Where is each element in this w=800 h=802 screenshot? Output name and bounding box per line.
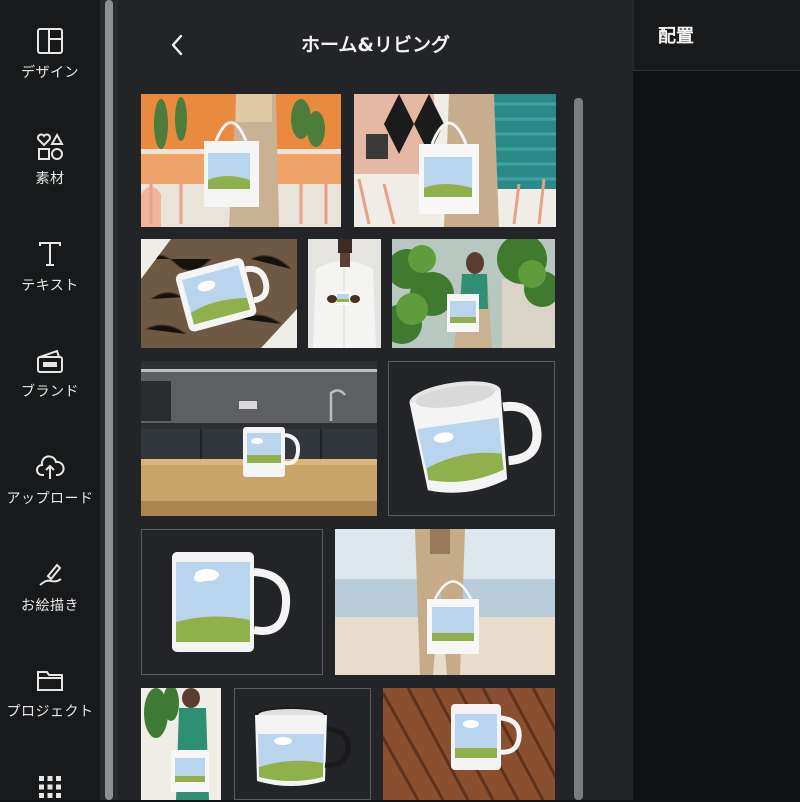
thumbnail-mug-front[interactable]	[141, 529, 323, 675]
draw-pen-icon	[35, 559, 65, 589]
layout-icon	[35, 26, 65, 56]
panel-resize-handle[interactable]	[105, 0, 113, 800]
thumbnail-mug-tilted[interactable]	[388, 361, 555, 516]
thumbnail-mug-in-gift-box[interactable]	[141, 239, 297, 348]
sidebar-item-label: テキスト	[21, 278, 79, 294]
thumbnail-tote-bag-striped-wall[interactable]	[354, 94, 556, 227]
sidebar-item-elements[interactable]: 素材	[0, 132, 100, 188]
sidebar: デザイン 素材 テキスト ブランド アップロード お絵描き プロジェクト	[0, 0, 100, 800]
sidebar-item-projects[interactable]: プロジェクト	[0, 665, 100, 721]
text-icon	[35, 239, 65, 269]
sidebar-item-text[interactable]: テキスト	[0, 239, 100, 295]
sidebar-item-label: プロジェクト	[6, 704, 94, 720]
shapes-icon	[35, 132, 65, 162]
position-panel-header: 配置	[633, 0, 800, 71]
panel-title: ホーム&リビング	[301, 34, 450, 56]
sidebar-item-label: ブランド	[21, 384, 79, 400]
sidebar-item-design[interactable]: デザイン	[0, 26, 100, 82]
apps-grid-icon	[35, 772, 65, 802]
sidebar-item-apps[interactable]	[0, 772, 100, 802]
sidebar-item-label: アップロード	[6, 491, 94, 507]
position-panel-title: 配置	[658, 26, 694, 47]
position-panel: 配置	[633, 0, 800, 800]
sidebar-item-label: 素材	[35, 171, 65, 187]
thumbnail-tote-bag-in-garden[interactable]	[392, 239, 555, 348]
thumbnail-mug-on-kitchen-counter[interactable]	[141, 361, 377, 516]
sidebar-item-draw[interactable]: お絵描き	[0, 559, 100, 615]
panel-scrollbar[interactable]	[574, 98, 583, 800]
sidebar-item-upload[interactable]: アップロード	[0, 452, 100, 508]
sidebar-item-label: お絵描き	[21, 598, 79, 614]
sidebar-item-brand[interactable]: ブランド	[0, 345, 100, 401]
brand-icon	[35, 345, 65, 375]
thumbnail-enamel-mug[interactable]	[234, 688, 371, 800]
thumbnail-tote-bag-with-plants[interactable]	[141, 688, 221, 800]
folder-icon	[35, 665, 65, 695]
templates-panel: ホーム&リビング	[118, 0, 633, 800]
thumbnail-person-holding-mug[interactable]	[308, 239, 381, 348]
thumbnail-mug-on-wooden-table[interactable]	[383, 688, 555, 800]
thumbnail-tote-bag-at-beach[interactable]	[335, 529, 555, 675]
upload-cloud-icon	[35, 452, 65, 482]
sidebar-item-label: デザイン	[21, 65, 79, 81]
thumbnail-tote-bag-on-terrace[interactable]	[141, 94, 341, 227]
